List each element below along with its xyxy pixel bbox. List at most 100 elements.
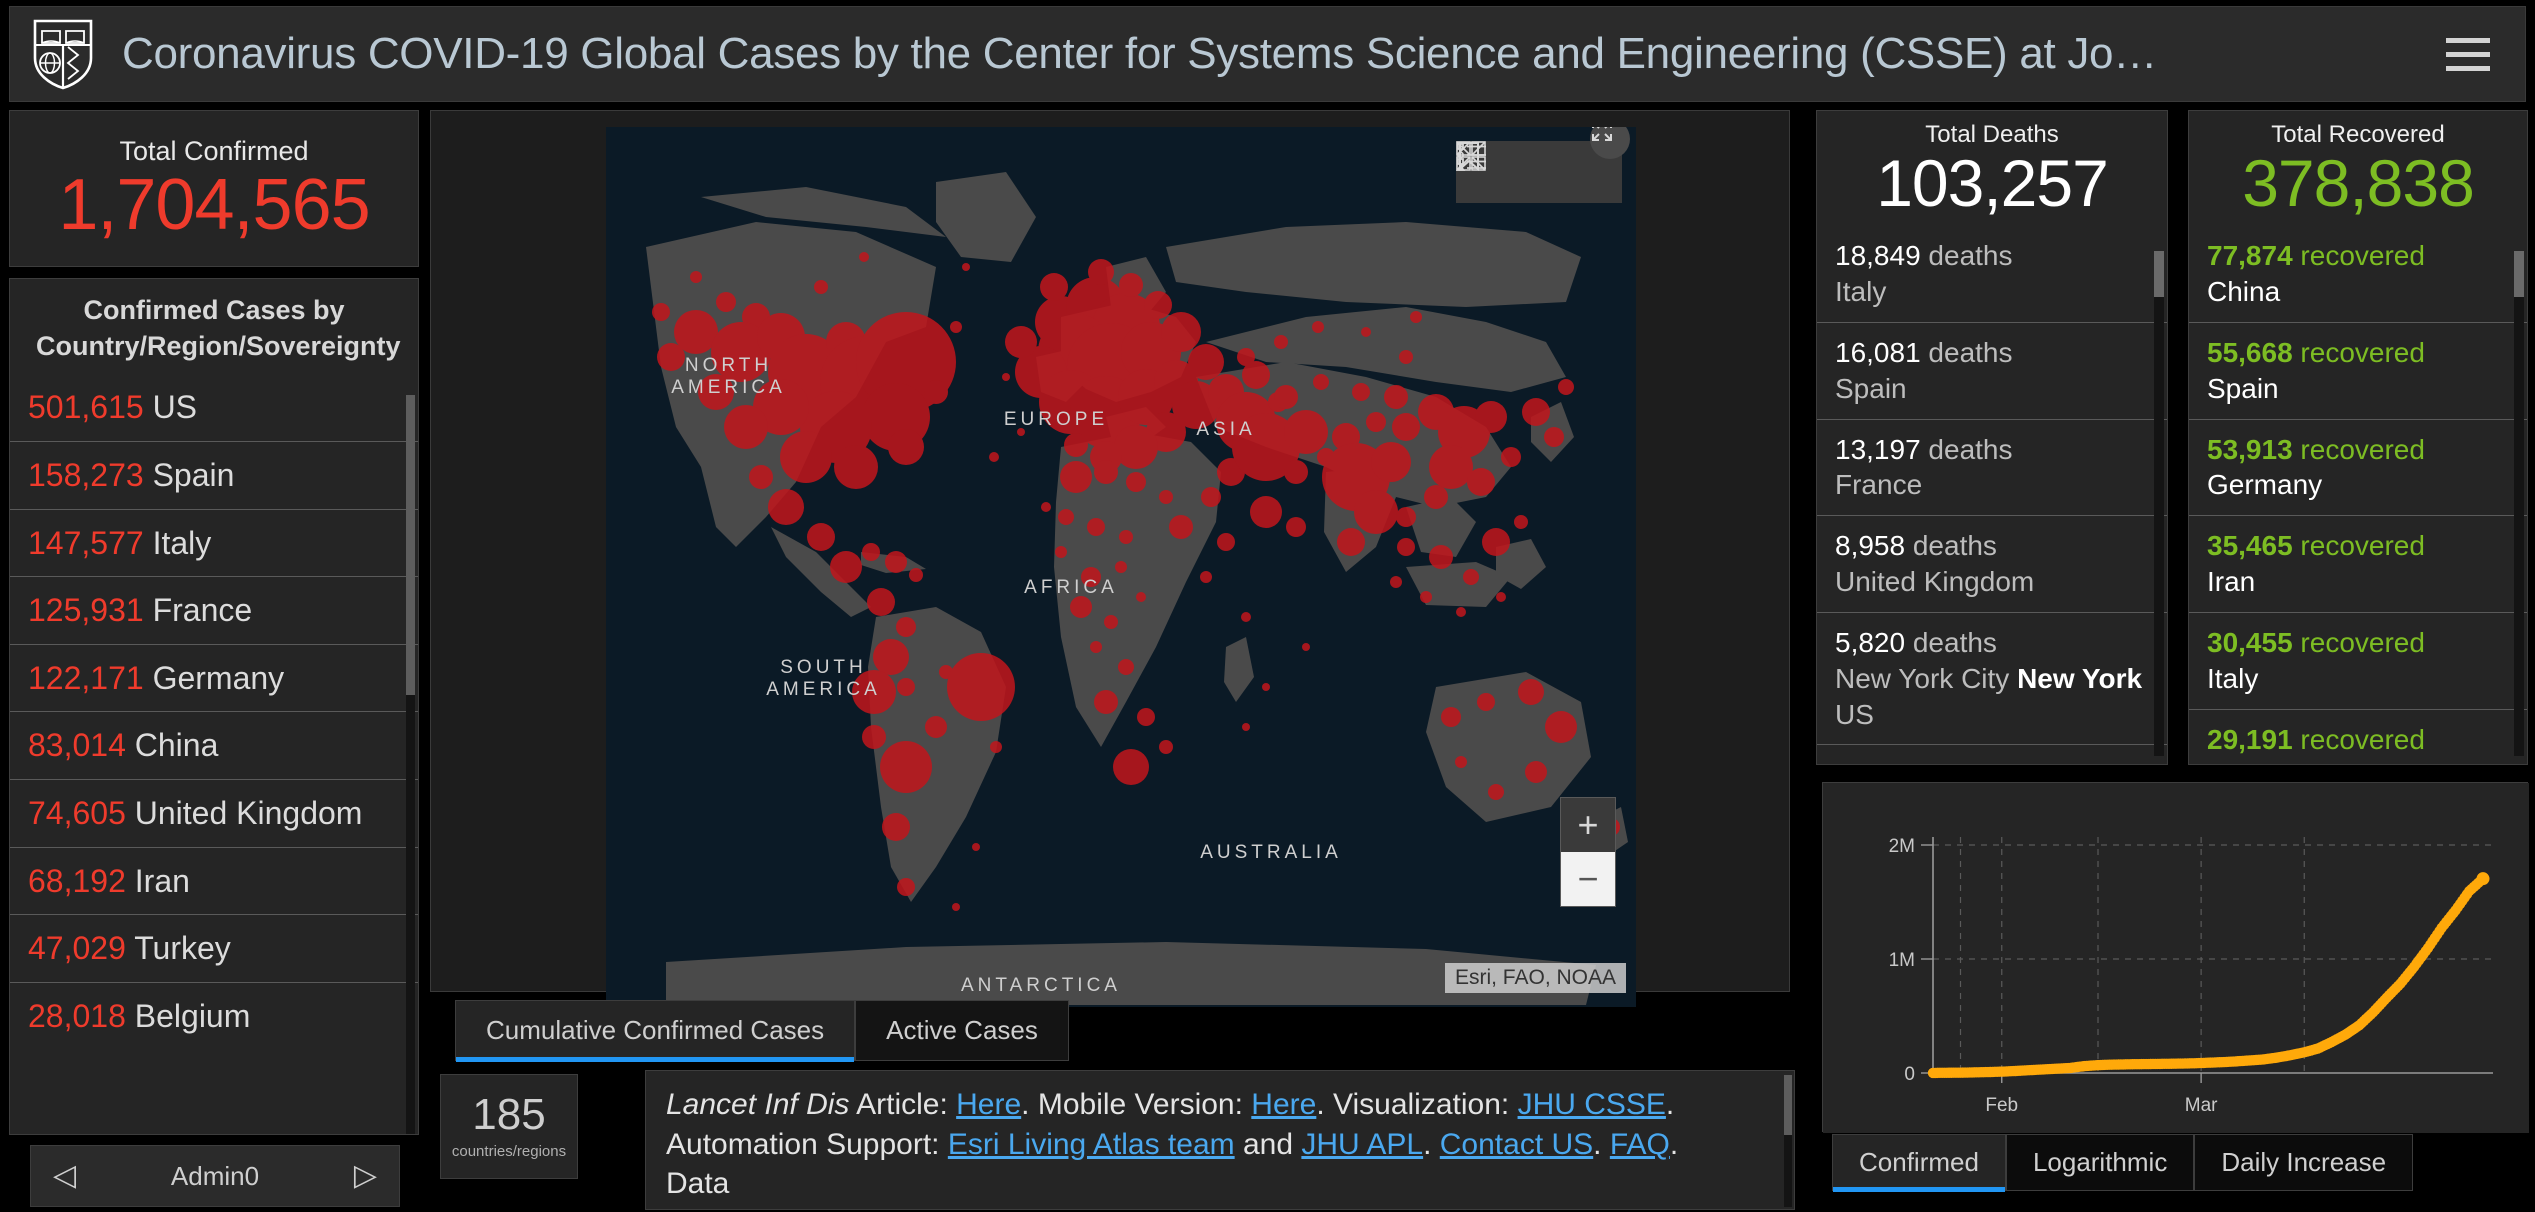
tab-logarithmic[interactable]: Logarithmic	[2005, 1134, 2195, 1191]
deaths-item-place: Spain	[1835, 372, 1907, 404]
legend-icon[interactable]	[1456, 143, 1562, 195]
info-panel-scrollbar[interactable]	[1784, 1075, 1792, 1207]
confirmed-cases-list-card: Confirmed Cases by Country/Region/Sovere…	[9, 278, 419, 1135]
deaths-item-place: New York City	[1835, 662, 2018, 694]
chart-y-tick-label: 1M	[1889, 950, 1915, 971]
chevron-right-icon[interactable]: ▷	[354, 1161, 377, 1191]
deaths-list: 18,849 deaths Italy 16,081 deaths Spain 13,1…	[1817, 226, 2167, 764]
zoom-out-button[interactable]: −	[1561, 852, 1615, 906]
confirmed-list-item[interactable]: 68,192 Iran	[10, 846, 418, 915]
confirmed-list-item[interactable]: 501,615 US	[10, 374, 418, 441]
deaths-item-unit: deaths	[1905, 626, 1997, 658]
zoom-in-button[interactable]: +	[1561, 798, 1615, 852]
cumulative-confirmed-chart: 0 1M 2M Feb Mar	[1823, 783, 2529, 1133]
confirmed-list-item[interactable]: 122,171 Germany	[10, 643, 418, 712]
confirmed-list-item[interactable]: 83,014 China	[10, 711, 418, 779]
deaths-list-item[interactable]: 18,849 deaths Italy	[1817, 226, 2167, 322]
link-here-article[interactable]: Here	[956, 1088, 1021, 1121]
deaths-item-count: 5,820	[1835, 626, 1906, 658]
recovered-item-count: 77,874	[2207, 240, 2293, 272]
confirmed-item-name: France	[143, 592, 253, 629]
recovered-list-item[interactable]: 30,455 recovered Italy	[2189, 611, 2527, 709]
tab-daily-increase[interactable]: Daily Increase	[2194, 1134, 2414, 1191]
admin-level-selector[interactable]: ◁ Admin0 ▷	[30, 1145, 400, 1207]
data-label: Data	[666, 1167, 730, 1201]
confirmed-item-count: 125,931	[28, 592, 144, 629]
link-esri-living-atlas[interactable]: Esri Living Atlas team	[948, 1128, 1235, 1161]
total-recovered-card: Total Recovered 378,838 77,874 recovered…	[2188, 110, 2528, 765]
jhu-shield-logo	[32, 18, 94, 90]
link-jhu-csse[interactable]: JHU CSSE	[1518, 1088, 1666, 1121]
confirmed-item-count: 83,014	[28, 727, 126, 764]
recovered-item-unit: recovered	[2292, 240, 2425, 272]
deaths-list-scrollbar[interactable]	[2154, 251, 2164, 756]
confirmed-list-item[interactable]: 74,605 United Kingdom	[10, 779, 418, 847]
link-jhu-apl[interactable]: JHU APL	[1301, 1128, 1423, 1161]
chart-y-tick-label: 0	[1904, 1064, 1915, 1085]
recovered-item-place: Iran	[2207, 566, 2256, 598]
world-map[interactable]: NORTH AMERICA SOUTH AMERICA EUROPE AFRICA …	[606, 127, 1636, 1007]
recovered-item-place: Spain	[2207, 372, 2279, 404]
deaths-list-item[interactable]: 16,081 deaths Spain	[1817, 321, 2167, 419]
map-attribution: Esri, FAO, NOAA	[1444, 963, 1626, 993]
deaths-item-unit: deaths	[1920, 433, 2013, 465]
confirmed-list-item[interactable]: 28,018 Belgium	[10, 981, 418, 1050]
confirmed-item-count: 501,615	[28, 389, 144, 426]
recovered-list-item[interactable]: 53,913 recovered Germany	[2189, 418, 2527, 516]
deaths-item-count: 18,849	[1835, 240, 1921, 272]
confirmed-list-item[interactable]: 47,029 Turkey	[10, 914, 418, 982]
separator-1: .	[1423, 1127, 1440, 1161]
info-links-panel: Lancet Inf Dis Article: Here. Mobile Ver…	[645, 1070, 1795, 1210]
hamburger-menu-icon[interactable]	[2437, 23, 2499, 85]
recovered-item-unit: recovered	[2292, 530, 2425, 562]
recovered-list-item[interactable]: 35,465 recovered Iran	[2189, 515, 2527, 612]
left-sidebar: Total Confirmed 1,704,565 Confirmed Case…	[9, 110, 419, 1207]
recovered-list-item[interactable]: 29,191 recovered US	[2189, 708, 2527, 764]
recovered-item-count: 29,191	[2207, 723, 2293, 755]
deaths-item-count: 13,197	[1835, 433, 1921, 465]
and-label: and	[1234, 1127, 1302, 1161]
chart-tab-bar[interactable]: Confirmed Logarithmic Daily Increase	[1832, 1134, 2414, 1192]
trend-chart-card: 0 1M 2M Feb Mar	[1822, 782, 2529, 1133]
confirmed-cases-list-title: Confirmed Cases by Country/Region/Sovere…	[10, 279, 418, 374]
deaths-list-item[interactable]: 8,958 deaths United Kingdom	[1817, 515, 2167, 612]
recovered-item-count: 30,455	[2207, 626, 2293, 658]
recovered-list-item[interactable]: 77,874 recovered China	[2189, 226, 2527, 322]
total-confirmed-value: 1,704,565	[58, 165, 370, 245]
covid-dashboard: Coronavirus COVID-19 Global Cases by the…	[0, 0, 2535, 1212]
deaths-list-item[interactable]: 13,197 deaths France	[1817, 418, 2167, 516]
recovered-item-unit: recovered	[2292, 626, 2425, 658]
recovered-list-item[interactable]: 55,668 recovered Spain	[2189, 321, 2527, 419]
confirmed-item-name: Turkey	[125, 930, 231, 967]
chevron-left-icon[interactable]: ◁	[53, 1161, 76, 1191]
confirmed-list-item[interactable]: 125,931 France	[10, 576, 418, 644]
confirmed-list-scrollbar[interactable]	[406, 395, 415, 1134]
deaths-item-unit: deaths	[1920, 240, 2013, 272]
total-confirmed-card: Total Confirmed 1,704,565	[9, 110, 419, 267]
deaths-list-item[interactable]: 5,820 deaths New York City New York US	[1817, 611, 2167, 744]
confirmed-item-name: United Kingdom	[125, 795, 363, 831]
chart-y-tick-label: 2M	[1889, 836, 1915, 857]
confirmed-item-count: 122,171	[28, 659, 144, 696]
link-contact-us[interactable]: Contact US	[1440, 1128, 1593, 1161]
deaths-item-count: 8,958	[1835, 530, 1906, 562]
confirmed-list-item[interactable]: 158,273 Spain	[10, 440, 418, 509]
deaths-item-count: 16,081	[1835, 336, 1921, 368]
tab-active-cases[interactable]: Active Cases	[855, 1000, 1069, 1061]
link-here-mobile[interactable]: Here	[1251, 1088, 1316, 1121]
tab-cumulative-confirmed-cases[interactable]: Cumulative Confirmed Cases	[455, 1000, 856, 1062]
total-recovered-value: 378,838	[2242, 146, 2475, 220]
map-toolbar[interactable]	[1456, 127, 1630, 203]
map-graphics	[606, 127, 1636, 1007]
confirmed-item-count: 147,577	[28, 524, 144, 561]
recovered-list-scrollbar[interactable]	[2514, 251, 2524, 756]
tab-confirmed[interactable]: Confirmed	[1832, 1134, 2006, 1192]
recovered-item-place: Italy	[2207, 662, 2259, 694]
confirmed-list-item[interactable]: 147,577 Italy	[10, 508, 418, 577]
link-faq[interactable]: FAQ	[1610, 1128, 1670, 1161]
deaths-list-item[interactable]: 4,232 deaths	[1817, 744, 2167, 764]
map-tab-bar[interactable]: Cumulative Confirmed Cases Active Cases	[455, 1000, 1069, 1062]
map-zoom-controls[interactable]: + −	[1560, 797, 1616, 907]
map-container[interactable]: NORTH AMERICA SOUTH AMERICA EUROPE AFRICA …	[430, 110, 1790, 1007]
deaths-item-unit: deaths	[1905, 530, 1997, 562]
